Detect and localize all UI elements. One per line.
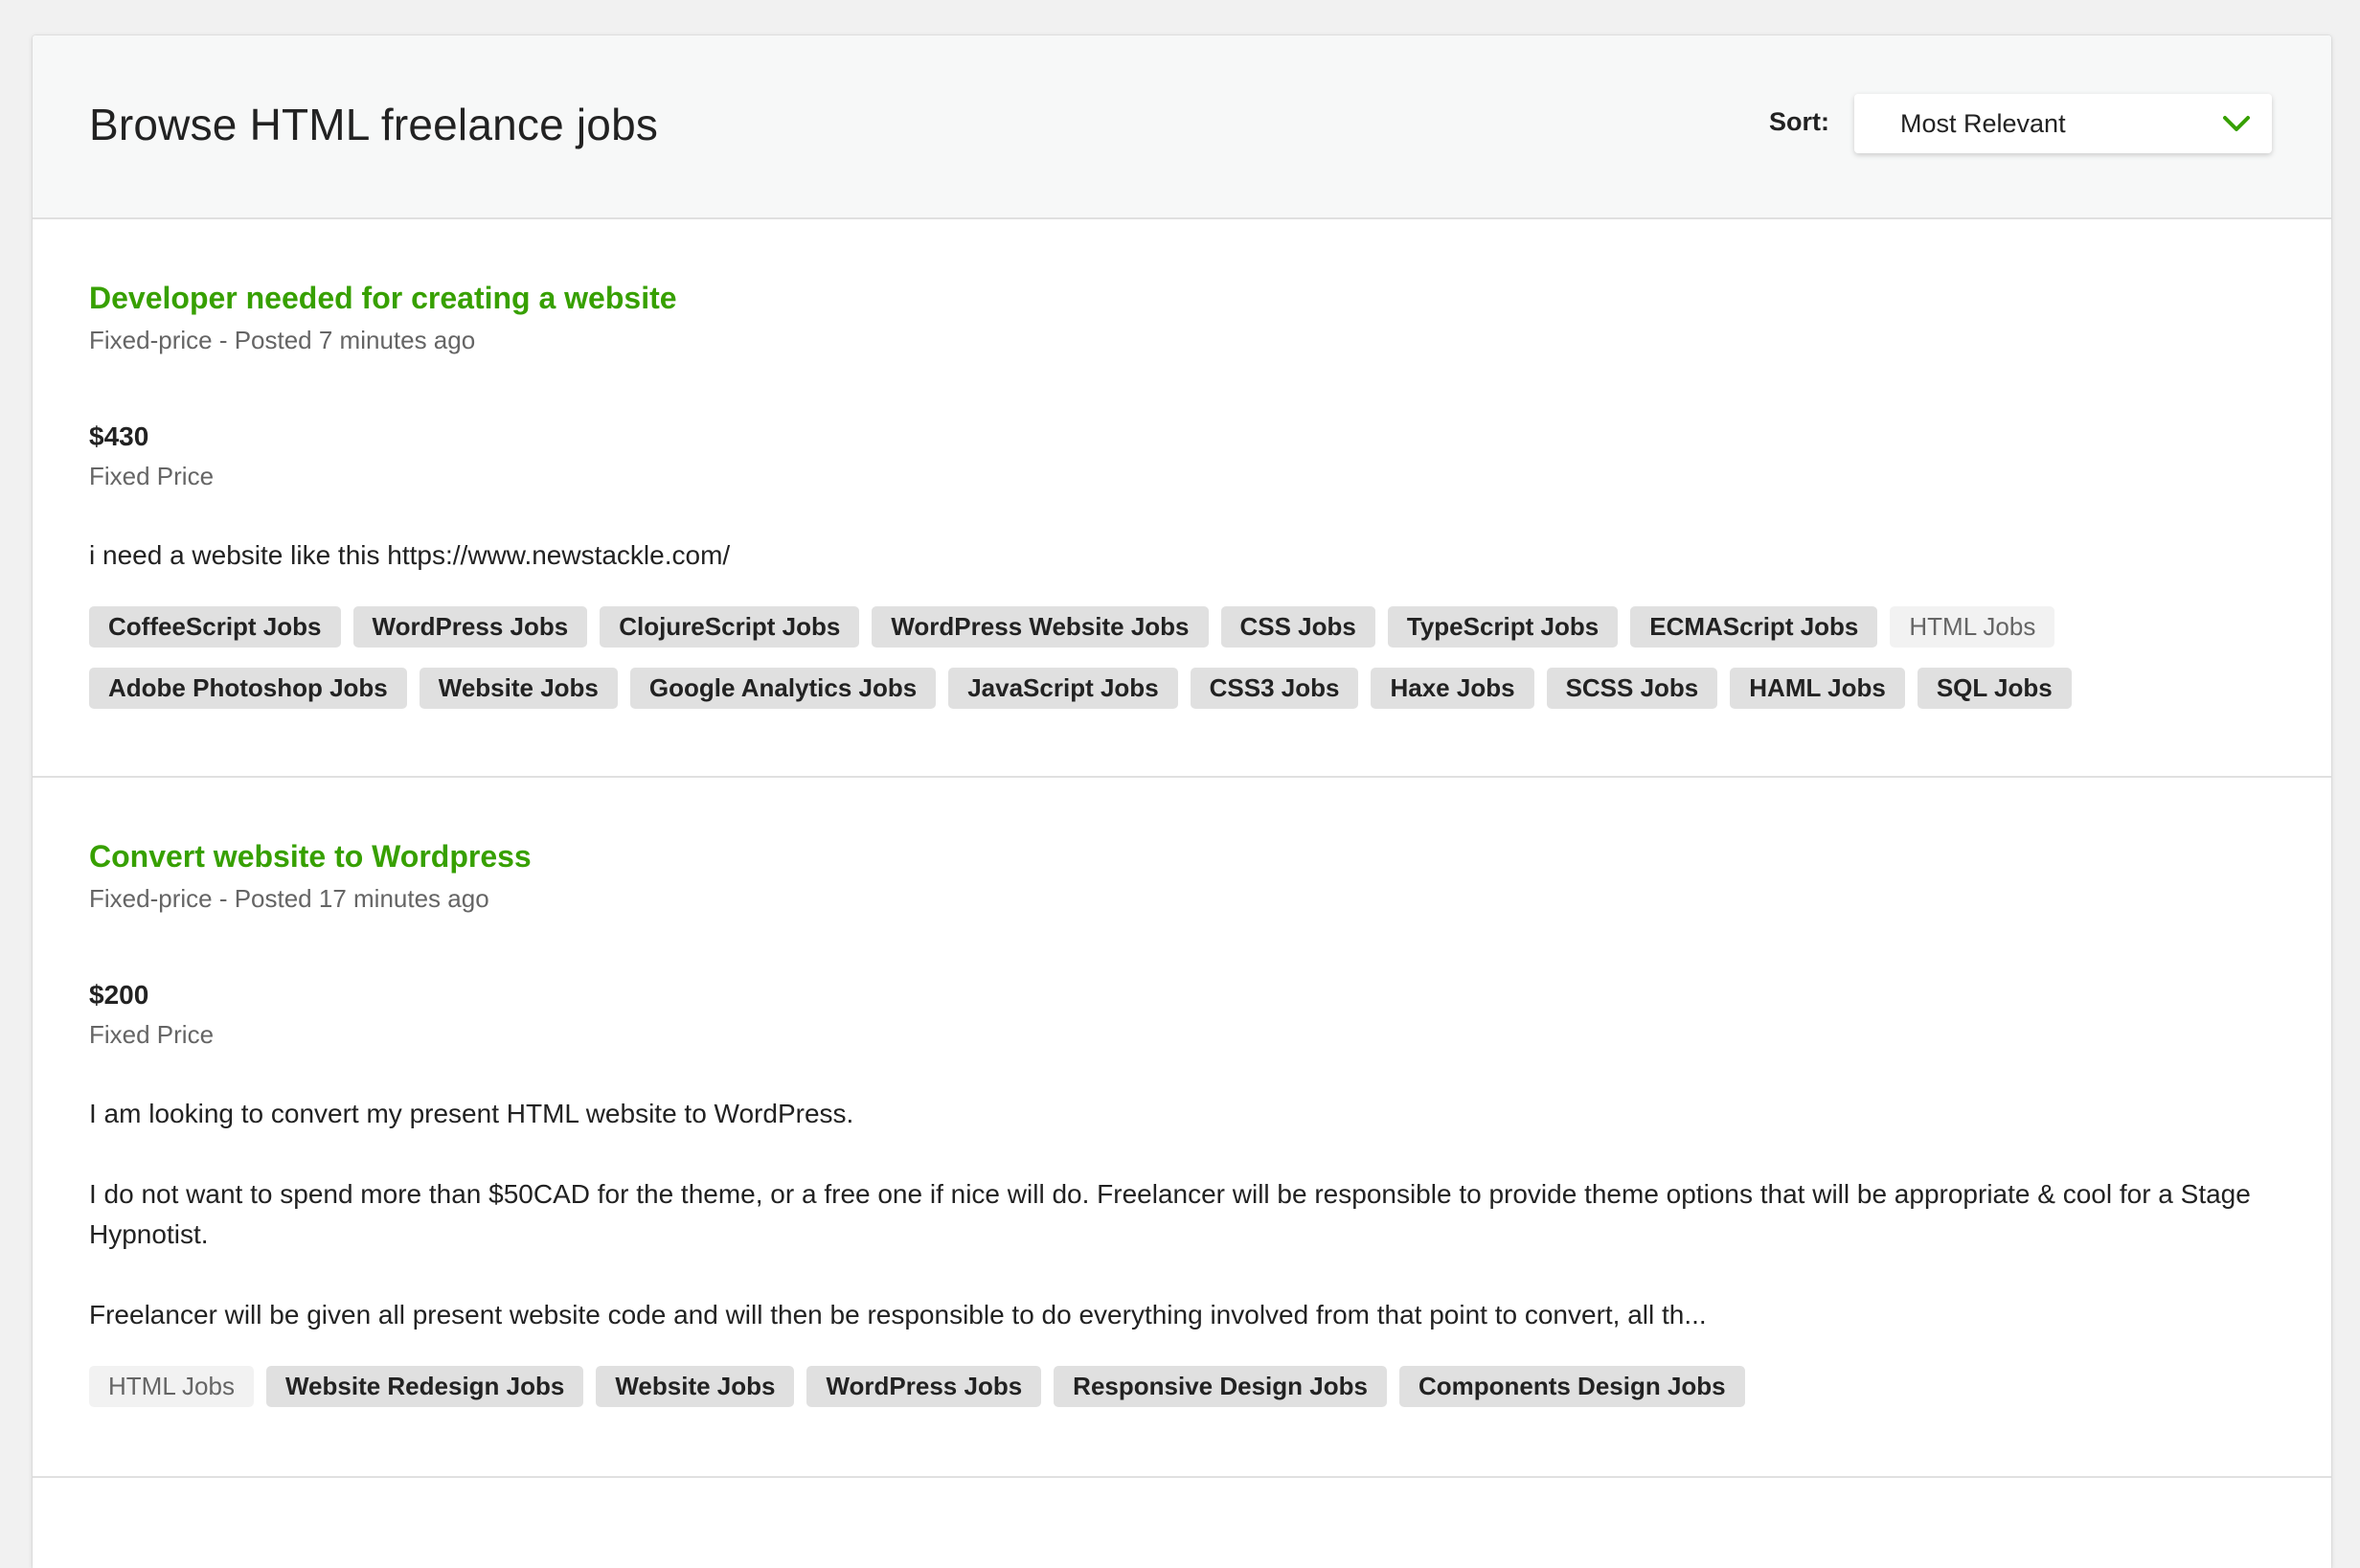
skill-tag[interactable]: ECMAScript Jobs	[1630, 606, 1878, 648]
job-price: $200	[89, 980, 149, 1010]
job-meta: Fixed-price - Posted 7 minutes ago	[89, 326, 476, 354]
job-price: $430	[89, 421, 149, 451]
job-description-paragraph: I am looking to convert my present HTML …	[89, 1099, 854, 1128]
skill-tag[interactable]: Responsive Design Jobs	[1054, 1366, 1387, 1407]
skill-tag[interactable]: CSS Jobs	[1220, 606, 1375, 648]
skill-tag[interactable]: CoffeeScript Jobs	[89, 606, 341, 648]
page-header: Browse HTML freelance jobs Sort: Most Re…	[33, 35, 2331, 219]
job-description-paragraph: i need a website like this https://www.n…	[89, 540, 731, 570]
job-description-paragraph: I do not want to spend more than $50CAD …	[89, 1179, 2251, 1249]
job-listing: Developer needed for creating a website …	[33, 219, 2331, 778]
job-description-paragraph: Freelancer will be given all present web…	[89, 1300, 1707, 1329]
skill-tag[interactable]: WordPress Website Jobs	[872, 606, 1209, 648]
sort-selected-value: Most Relevant	[1900, 108, 2066, 138]
sort-dropdown[interactable]: Most Relevant	[1854, 94, 2272, 153]
skill-tag[interactable]: SQL Jobs	[1917, 668, 2072, 709]
sort-label: Sort:	[1769, 106, 1829, 136]
skill-tag[interactable]: Adobe Photoshop Jobs	[89, 668, 407, 709]
skill-tag[interactable]: WordPress Jobs	[806, 1366, 1042, 1407]
sort-control: Sort: Most Relevant	[1769, 94, 2272, 153]
skill-tag-active[interactable]: HTML Jobs	[1890, 606, 2055, 648]
skill-tag[interactable]: CSS3 Jobs	[1190, 668, 1359, 709]
skill-tag[interactable]: Haxe Jobs	[1371, 668, 1534, 709]
skill-tag-active[interactable]: HTML Jobs	[89, 1366, 254, 1407]
job-title-link[interactable]: Developer needed for creating a website	[89, 279, 677, 317]
job-title-link[interactable]: Convert website to Wordpress	[89, 837, 532, 875]
skill-tag[interactable]: Components Design Jobs	[1398, 1366, 1745, 1407]
skill-tag[interactable]: SCSS Jobs	[1546, 668, 1718, 709]
skill-tag[interactable]: Website Jobs	[419, 668, 618, 709]
skill-tag[interactable]: TypeScript Jobs	[1387, 606, 1619, 648]
skill-tag[interactable]: Google Analytics Jobs	[629, 668, 937, 709]
job-list-card: Browse HTML freelance jobs Sort: Most Re…	[33, 35, 2331, 1568]
skill-tag[interactable]: WordPress Jobs	[352, 606, 588, 648]
skill-tags: HTML Jobs Website Redesign Jobs Website …	[89, 1366, 2196, 1407]
skill-tag[interactable]: ClojureScript Jobs	[600, 606, 860, 648]
skill-tags: CoffeeScript Jobs WordPress Jobs Clojure…	[89, 606, 2196, 709]
skill-tag[interactable]: HAML Jobs	[1730, 668, 1905, 709]
page-title: Browse HTML freelance jobs	[89, 100, 659, 149]
skill-tag[interactable]: JavaScript Jobs	[948, 668, 1178, 709]
job-meta: Fixed-price - Posted 17 minutes ago	[89, 884, 489, 913]
job-listing: Convert website to Wordpress Fixed-price…	[33, 778, 2331, 1478]
job-description: I am looking to convert my present HTML …	[89, 1094, 2275, 1335]
skill-tag[interactable]: Website Jobs	[596, 1366, 795, 1407]
job-price-type: Fixed Price	[89, 1020, 215, 1049]
job-price-type: Fixed Price	[89, 462, 215, 490]
skill-tag[interactable]: Website Redesign Jobs	[265, 1366, 584, 1407]
chevron-down-icon	[2222, 113, 2251, 134]
job-description: i need a website like this https://www.n…	[89, 535, 2275, 576]
